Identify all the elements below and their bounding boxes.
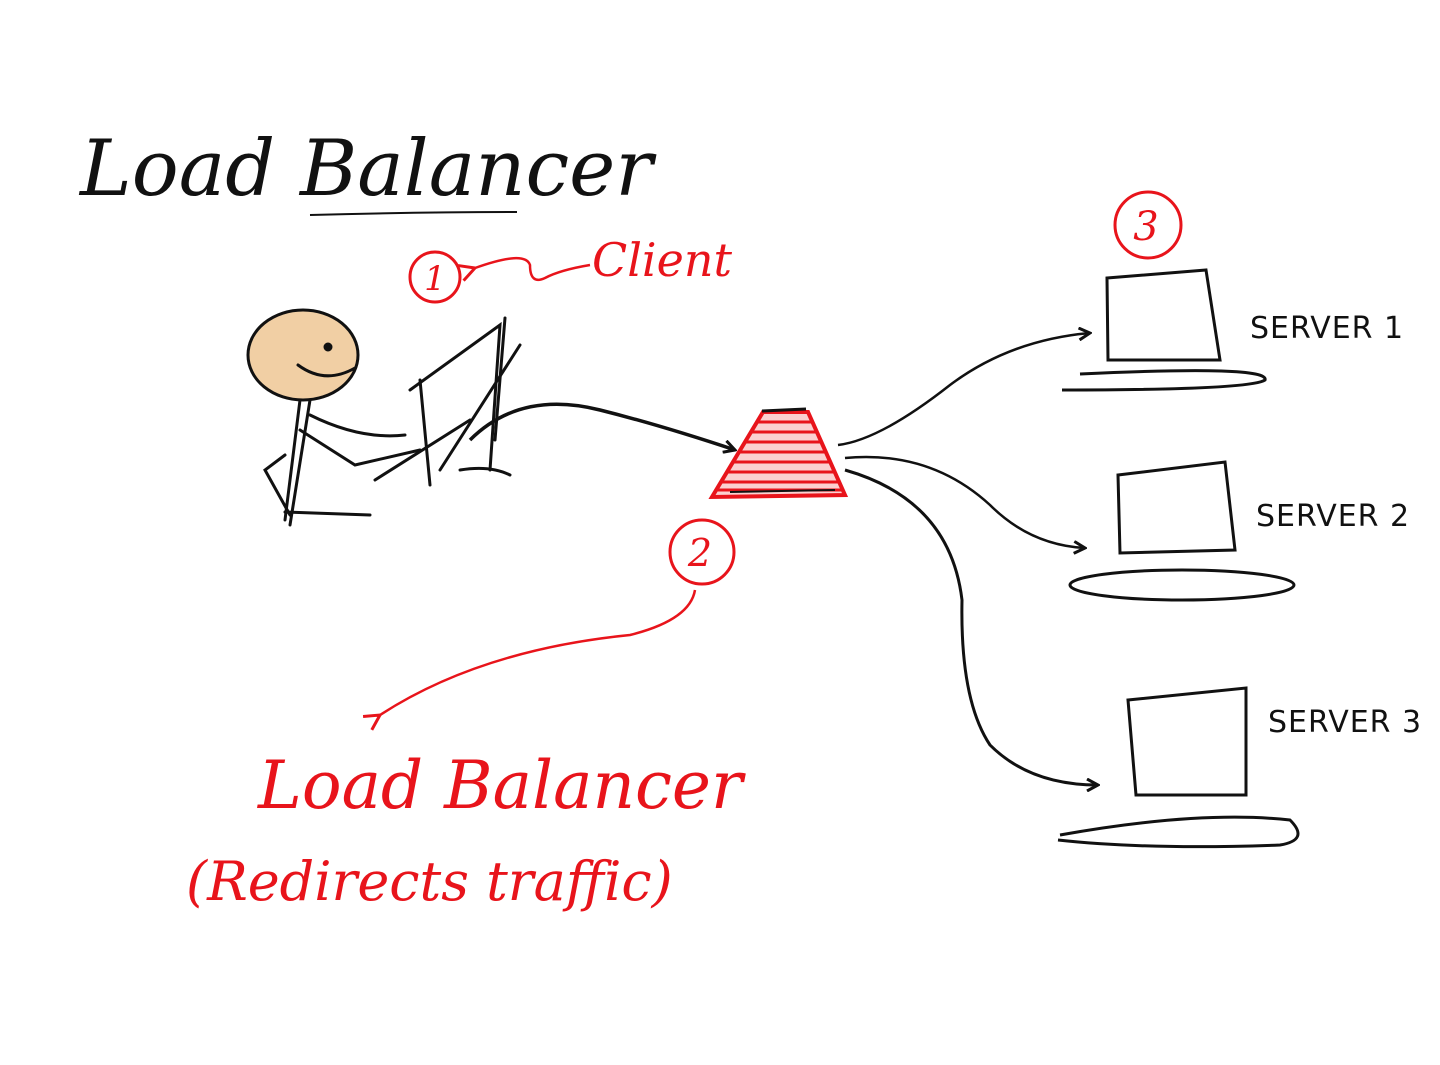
client-person-illustration bbox=[246, 308, 522, 527]
lb-description-arrow bbox=[380, 589, 697, 715]
step-3-badge: 3 bbox=[1113, 190, 1183, 260]
lb-to-server-1-arrow bbox=[837, 333, 1090, 447]
server-1-label: SERVER 1 bbox=[1250, 311, 1404, 346]
step-2-badge: 2 bbox=[668, 518, 736, 586]
step-3-number: 3 bbox=[1133, 204, 1158, 250]
load-balancer-diagram: Load Balancer 1 Client 2 Load Balancer (… bbox=[78, 124, 1422, 913]
server-1 bbox=[1061, 268, 1267, 392]
lb-to-server-3-arrow bbox=[844, 468, 1098, 785]
diagram-title: Load Balancer bbox=[78, 124, 657, 214]
lb-description: (Redirects traffic) bbox=[186, 850, 673, 913]
load-balancer-icon bbox=[708, 407, 849, 500]
step-1-badge: 1 bbox=[408, 250, 462, 304]
server-3 bbox=[1057, 686, 1300, 849]
step-1-number: 1 bbox=[424, 259, 446, 299]
server-2-label: SERVER 2 bbox=[1256, 499, 1410, 534]
step-2-number: 2 bbox=[687, 531, 712, 575]
client-head bbox=[246, 308, 360, 402]
server-3-label: SERVER 3 bbox=[1268, 705, 1422, 740]
client-pointer-arrow bbox=[475, 256, 591, 280]
client-label: Client bbox=[592, 233, 732, 287]
lb-label: Load Balancer bbox=[257, 747, 746, 824]
lb-to-server-2-arrow bbox=[844, 455, 1085, 548]
client-to-lb-arrow bbox=[468, 402, 735, 450]
